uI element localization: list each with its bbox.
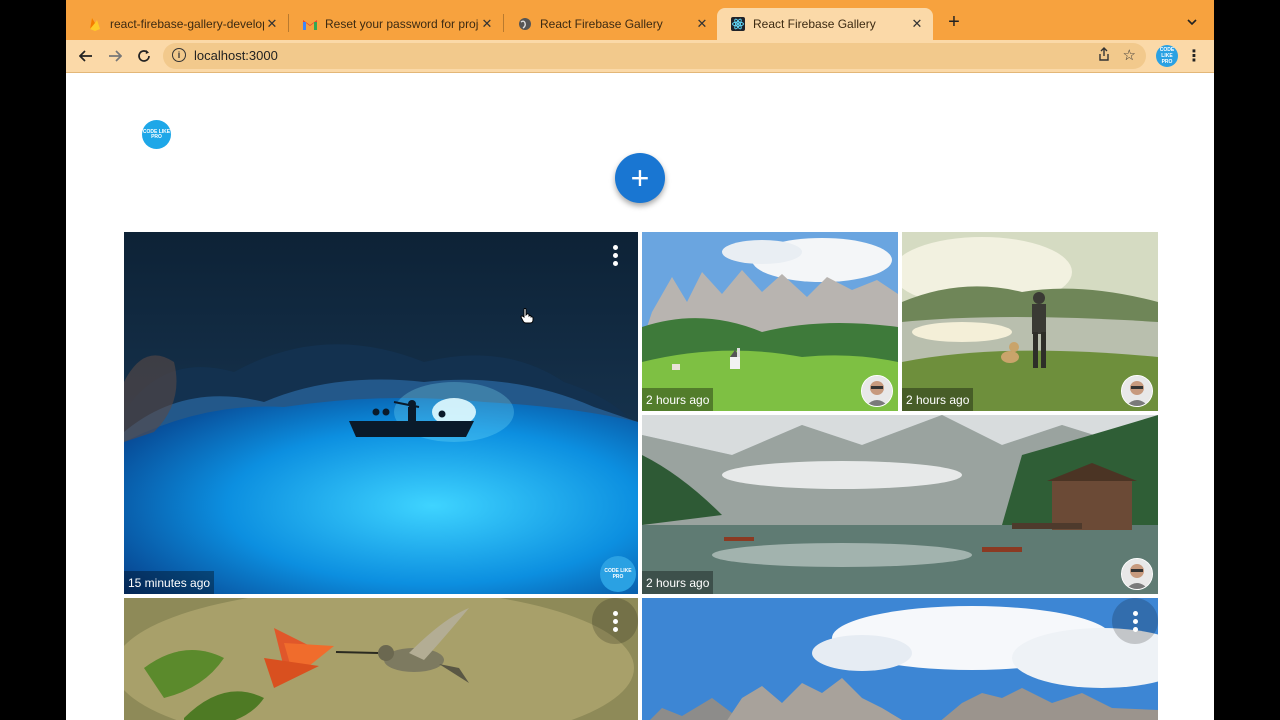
info-icon[interactable]: i — [172, 48, 186, 62]
tab-label: react-firebase-gallery-develop — [110, 17, 264, 31]
gallery-item[interactable]: 2 hours ago — [642, 232, 898, 411]
owner-avatar — [1121, 558, 1153, 590]
close-tab-icon[interactable]: ✕ — [479, 16, 495, 32]
hand-cursor-icon — [520, 308, 534, 324]
upload-time: 2 hours ago — [902, 388, 974, 411]
owner-avatar — [861, 375, 893, 407]
gmail-icon — [303, 17, 317, 31]
back-icon[interactable] — [74, 44, 98, 68]
plus-icon: + — [630, 160, 650, 196]
gallery-item[interactable]: 15 minutes ago CODE LIKE PRO — [124, 232, 638, 594]
upload-time: 15 minutes ago — [124, 571, 215, 594]
tab-gallery-active[interactable]: React Firebase Gallery ✕ — [717, 8, 933, 40]
upload-time: 2 hours ago — [642, 571, 714, 594]
globe-icon — [518, 17, 532, 31]
reload-icon[interactable] — [132, 44, 156, 68]
lake-boathouse-photo — [642, 415, 1158, 594]
forward-icon[interactable] — [103, 44, 127, 68]
upload-time: 2 hours ago — [642, 388, 714, 411]
hiker-landscape-photo — [902, 232, 1158, 411]
bookmark-star-icon[interactable]: ☆ — [1123, 46, 1136, 64]
tab-label: React Firebase Gallery — [540, 17, 663, 31]
more-options-icon[interactable] — [592, 598, 638, 644]
cave-photo — [124, 232, 638, 594]
gallery-item[interactable] — [642, 598, 1158, 720]
react-icon — [731, 17, 745, 31]
gallery-item[interactable] — [124, 598, 638, 720]
close-tab-icon[interactable]: ✕ — [909, 16, 925, 32]
add-image-button[interactable]: + — [615, 153, 665, 203]
chevron-down-icon[interactable] — [1182, 12, 1202, 32]
mountain-village-photo — [642, 232, 898, 411]
tab-label: React Firebase Gallery — [753, 17, 876, 31]
browser-window: react-firebase-gallery-develop ✕ Reset y… — [66, 0, 1214, 720]
firebase-icon — [88, 17, 102, 31]
tab-strip: react-firebase-gallery-develop ✕ Reset y… — [66, 0, 1214, 40]
gallery-item[interactable]: 2 hours ago — [902, 232, 1158, 411]
more-menu-icon[interactable]: ⋮ — [1185, 44, 1203, 68]
page-content: CODE LIKE PRO + 15 minutes ago CODE LIKE… — [66, 73, 1214, 720]
tab-gmail[interactable]: Reset your password for proje ✕ — [289, 8, 503, 40]
browser-toolbar: i localhost:3000 ☆ CODE LIKE PRO ⋮ — [66, 40, 1214, 73]
gallery-item[interactable]: 2 hours ago — [642, 415, 1158, 594]
close-tab-icon[interactable]: ✕ — [264, 16, 280, 32]
close-tab-icon[interactable]: ✕ — [694, 16, 710, 32]
more-options-icon[interactable] — [592, 232, 638, 278]
profile-avatar[interactable]: CODE LIKE PRO — [1156, 45, 1178, 67]
hummingbird-photo — [124, 598, 638, 720]
address-bar[interactable]: i localhost:3000 ☆ — [163, 43, 1146, 69]
more-options-icon[interactable] — [1112, 598, 1158, 644]
new-tab-icon[interactable]: + — [942, 10, 966, 34]
tab-label: Reset your password for proje — [325, 17, 479, 31]
user-avatar[interactable]: CODE LIKE PRO — [142, 120, 171, 149]
tab-firebase-console[interactable]: react-firebase-gallery-develop ✕ — [74, 8, 288, 40]
share-icon[interactable] — [1098, 47, 1110, 64]
url-text[interactable]: localhost:3000 — [194, 48, 278, 63]
owner-avatar: CODE LIKE PRO — [600, 556, 636, 592]
tab-gallery[interactable]: React Firebase Gallery ✕ — [504, 8, 718, 40]
mountain-peaks-photo — [642, 598, 1158, 720]
owner-avatar — [1121, 375, 1153, 407]
